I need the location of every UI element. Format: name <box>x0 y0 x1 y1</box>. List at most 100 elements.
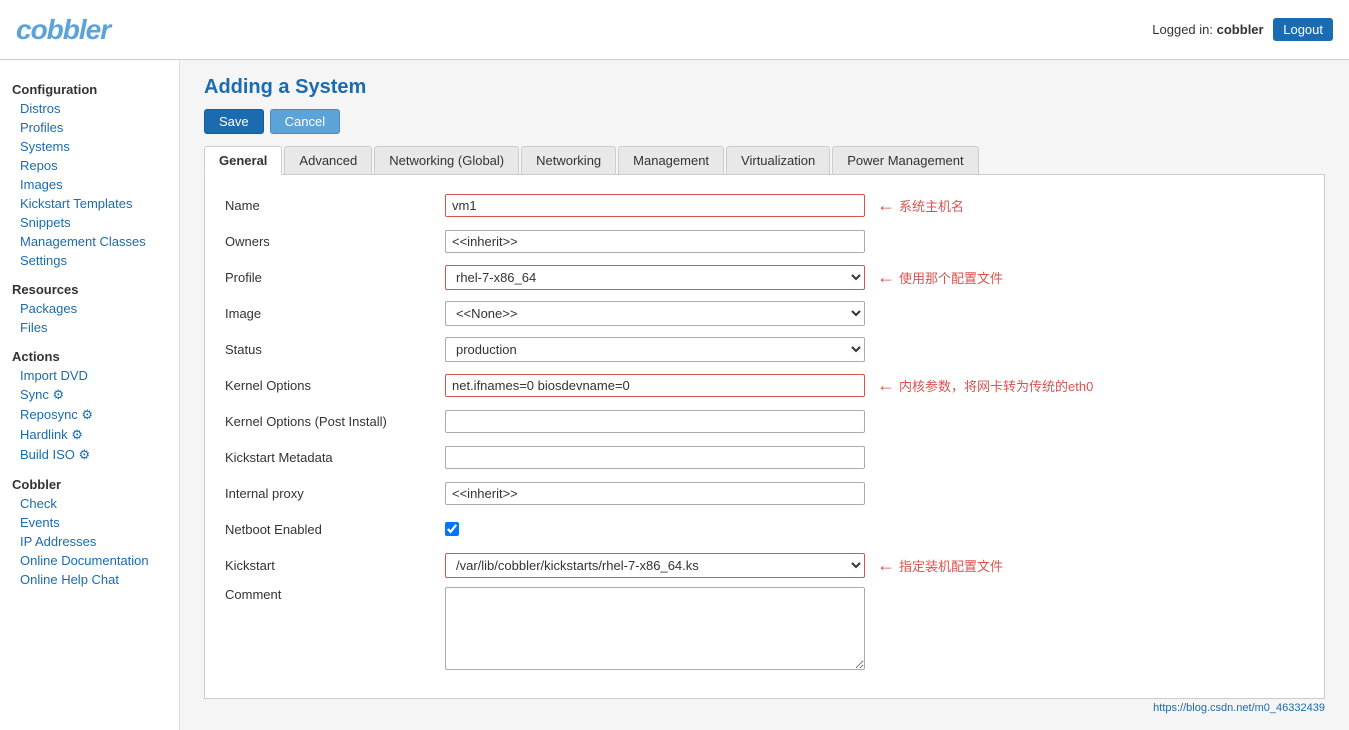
label-netboot-enabled: Netboot Enabled <box>225 522 445 537</box>
control-comment <box>445 587 865 670</box>
sidebar-item-images[interactable]: Images <box>0 175 179 194</box>
field-row-internal-proxy: Internal proxy <box>225 479 1304 507</box>
control-profile: rhel-7-x86_64 <box>445 265 865 290</box>
control-kernel-options-post <box>445 410 865 433</box>
select-kickstart[interactable]: /var/lib/cobbler/kickstarts/rhel-7-x86_6… <box>445 553 865 578</box>
arrow-profile: ← <box>877 267 895 288</box>
control-name <box>445 194 865 217</box>
annotation-kickstart: ← 指定装机配置文件 <box>873 555 1003 576</box>
field-row-profile: Profile rhel-7-x86_64 ← 使用那个配置文件 <box>225 263 1304 291</box>
textarea-comment[interactable] <box>445 587 865 670</box>
logged-in-label: Logged in: <box>1152 22 1213 37</box>
user-area: Logged in: cobbler Logout <box>1152 18 1333 41</box>
logo: cobbler <box>16 14 110 46</box>
tab-advanced[interactable]: Advanced <box>284 146 372 174</box>
sidebar-item-repos[interactable]: Repos <box>0 156 179 175</box>
label-kernel-options-post: Kernel Options (Post Install) <box>225 414 445 429</box>
control-internal-proxy <box>445 482 865 505</box>
arrow-kickstart: ← <box>877 555 895 576</box>
field-row-kernel-options-post: Kernel Options (Post Install) <box>225 407 1304 435</box>
watermark: https://blog.csdn.net/m0_46332439 <box>204 702 1325 714</box>
control-image: <<None>> <box>445 301 865 326</box>
label-image: Image <box>225 306 445 321</box>
control-netboot-enabled <box>445 522 865 536</box>
annotation-text-kernel-options: 内核参数，将网卡转为传统的eth0 <box>899 376 1093 395</box>
tab-general[interactable]: General <box>204 146 282 175</box>
action-buttons: Save Cancel <box>204 109 1325 134</box>
sidebar-item-packages[interactable]: Packages <box>0 299 179 318</box>
control-kickstart-metadata <box>445 446 865 469</box>
label-owners: Owners <box>225 234 445 249</box>
sidebar-item-systems[interactable]: Systems <box>0 137 179 156</box>
sidebar-item-files[interactable]: Files <box>0 318 179 337</box>
tab-management[interactable]: Management <box>618 146 724 174</box>
select-status[interactable]: production <box>445 337 865 362</box>
control-kernel-options <box>445 374 865 397</box>
tab-power-management[interactable]: Power Management <box>832 146 978 174</box>
field-row-comment: Comment <box>225 587 1304 670</box>
annotation-name: ← 系统主机名 <box>873 195 964 216</box>
sidebar-item-sync[interactable]: Sync ⚙ <box>0 385 179 405</box>
arrow-name: ← <box>877 195 895 216</box>
field-row-kernel-options: Kernel Options ← 内核参数，将网卡转为传统的eth0 <box>225 371 1304 399</box>
field-row-image: Image <<None>> <box>225 299 1304 327</box>
sidebar-item-check[interactable]: Check <box>0 494 179 513</box>
control-kickstart: /var/lib/cobbler/kickstarts/rhel-7-x86_6… <box>445 553 865 578</box>
sidebar-section-cobbler: Cobbler <box>0 471 179 494</box>
logo-text: cobbler <box>16 14 110 45</box>
label-name: Name <box>225 198 445 213</box>
sidebar-item-build-iso[interactable]: Build ISO ⚙ <box>0 445 179 465</box>
tab-virtualization[interactable]: Virtualization <box>726 146 830 174</box>
sidebar-item-online-documentation[interactable]: Online Documentation <box>0 551 179 570</box>
sidebar-item-events[interactable]: Events <box>0 513 179 532</box>
input-owners[interactable] <box>445 230 865 253</box>
sidebar-item-snippets[interactable]: Snippets <box>0 213 179 232</box>
input-kernel-options-post[interactable] <box>445 410 865 433</box>
input-internal-proxy[interactable] <box>445 482 865 505</box>
field-row-kickstart-metadata: Kickstart Metadata <box>225 443 1304 471</box>
tab-networking[interactable]: Networking <box>521 146 616 174</box>
checkbox-netboot-enabled[interactable] <box>445 522 459 536</box>
annotation-kernel-options: ← 内核参数，将网卡转为传统的eth0 <box>873 375 1093 396</box>
main-content: Adding a System Save Cancel General Adva… <box>180 60 1349 730</box>
sidebar-item-settings[interactable]: Settings <box>0 251 179 270</box>
control-owners <box>445 230 865 253</box>
label-kernel-options: Kernel Options <box>225 378 445 393</box>
field-row-netboot-enabled: Netboot Enabled <box>225 515 1304 543</box>
page-title: Adding a System <box>204 76 1325 99</box>
sidebar-item-management-classes[interactable]: Management Classes <box>0 232 179 251</box>
arrow-kernel-options: ← <box>877 375 895 396</box>
sidebar-item-ip-addresses[interactable]: IP Addresses <box>0 532 179 551</box>
sidebar-item-import-dvd[interactable]: Import DVD <box>0 366 179 385</box>
logout-button[interactable]: Logout <box>1273 18 1333 41</box>
input-name[interactable] <box>445 194 865 217</box>
field-row-name: Name ← 系统主机名 <box>225 191 1304 219</box>
sidebar-item-online-help-chat[interactable]: Online Help Chat <box>0 570 179 589</box>
input-kernel-options[interactable] <box>445 374 865 397</box>
select-image[interactable]: <<None>> <box>445 301 865 326</box>
cancel-button[interactable]: Cancel <box>270 109 340 134</box>
control-status: production <box>445 337 865 362</box>
sidebar-section-actions: Actions <box>0 343 179 366</box>
sidebar-item-hardlink[interactable]: Hardlink ⚙ <box>0 425 179 445</box>
tab-networking-global[interactable]: Networking (Global) <box>374 146 519 174</box>
annotation-text-kickstart: 指定装机配置文件 <box>899 556 1003 575</box>
form-panel: Name ← 系统主机名 Owners <box>204 175 1325 699</box>
label-kickstart-metadata: Kickstart Metadata <box>225 450 445 465</box>
annotation-profile: ← 使用那个配置文件 <box>873 267 1003 288</box>
sidebar-item-reposync[interactable]: Reposync ⚙ <box>0 405 179 425</box>
header: cobbler Logged in: cobbler Logout <box>0 0 1349 60</box>
sidebar: Configuration Distros Profiles Systems R… <box>0 60 180 730</box>
field-row-status: Status production <box>225 335 1304 363</box>
sidebar-item-profiles[interactable]: Profiles <box>0 118 179 137</box>
label-internal-proxy: Internal proxy <box>225 486 445 501</box>
label-profile: Profile <box>225 270 445 285</box>
input-kickstart-metadata[interactable] <box>445 446 865 469</box>
tabs: General Advanced Networking (Global) Net… <box>204 146 1325 175</box>
sidebar-item-distros[interactable]: Distros <box>0 99 179 118</box>
label-status: Status <box>225 342 445 357</box>
save-button[interactable]: Save <box>204 109 264 134</box>
select-profile[interactable]: rhel-7-x86_64 <box>445 265 865 290</box>
sidebar-item-kickstart-templates[interactable]: Kickstart Templates <box>0 194 179 213</box>
layout: Configuration Distros Profiles Systems R… <box>0 60 1349 730</box>
